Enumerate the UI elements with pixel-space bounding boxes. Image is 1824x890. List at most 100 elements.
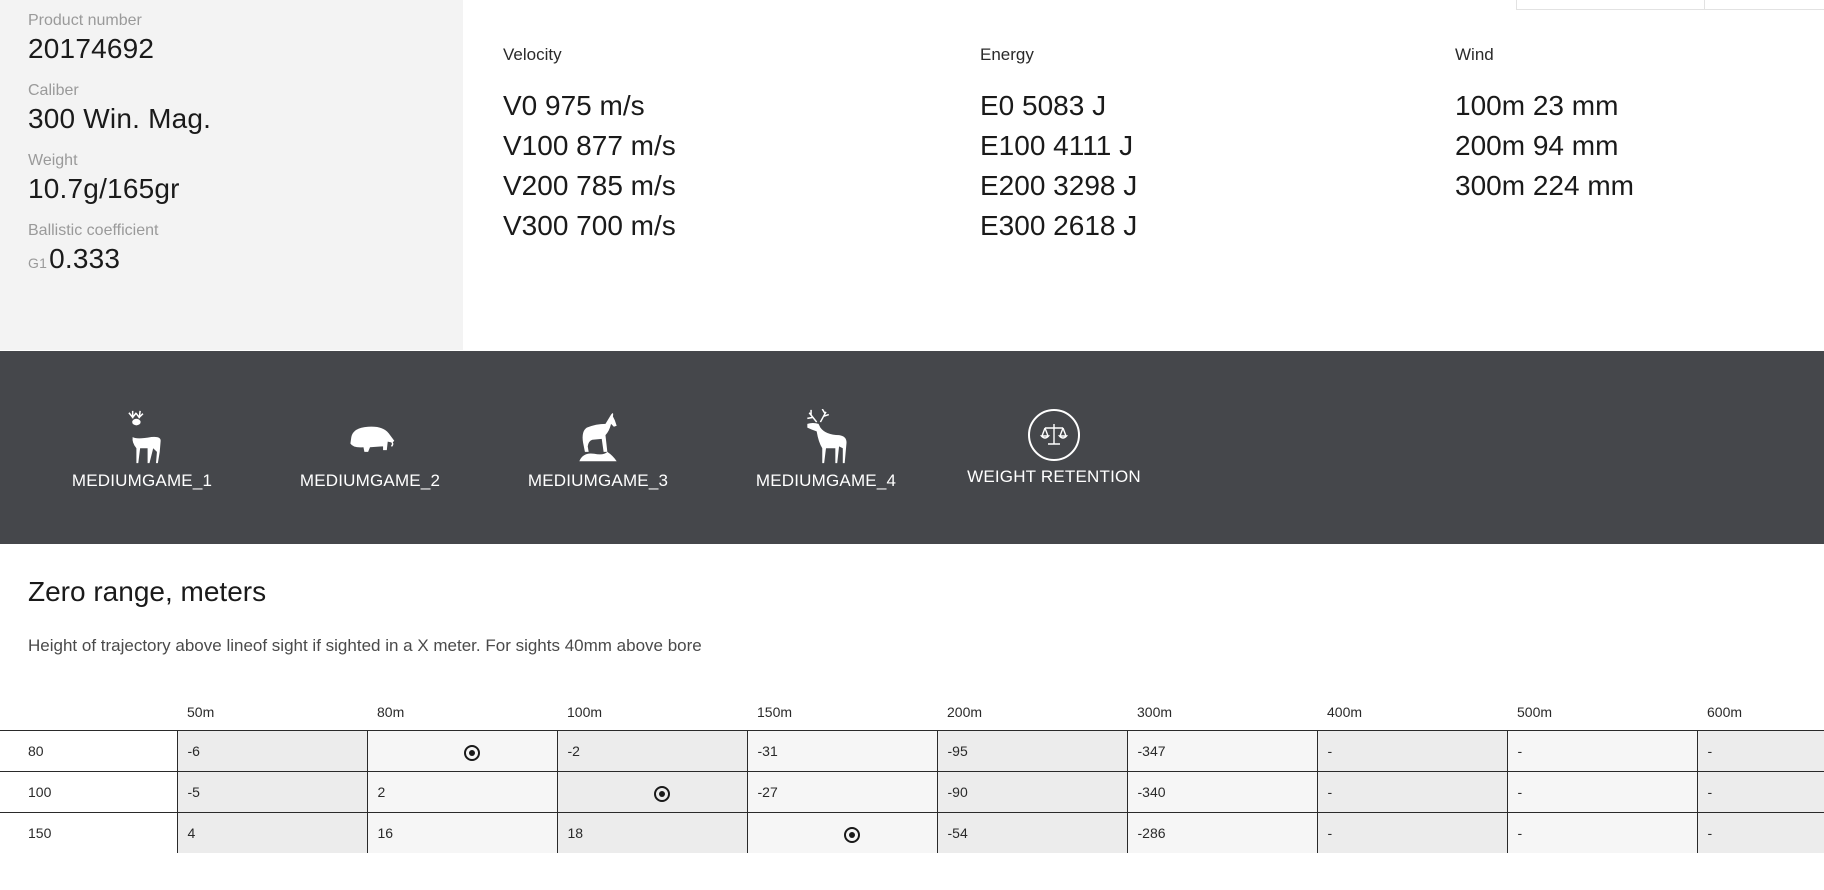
energy-title: Energy [980,45,1034,64]
table-cell: -2 [556,729,747,771]
elk-icon [807,409,847,464]
target-icon [464,744,480,761]
velocity-line: V300 700 m/s [503,210,676,241]
deer-icon [128,410,161,464]
table-cell: -90 [936,770,1127,812]
zero-range-table: 50m 80m 100m 150m 200m 300m 400m 500m 60… [0,694,1824,853]
table-header-cell: 150m [757,703,793,720]
table-header-cell: 500m [1517,703,1553,720]
table-header-cell: 50m [187,703,215,720]
table-row: 100 -5 2 -27 -90 -340 - - - [0,770,1824,812]
wind-column: Wind 100m 23 mm 200m 94 mm 300m 224 mm [1455,44,1634,206]
table-cell-zero [366,729,557,771]
wind-line: 200m 94 mm [1455,130,1619,161]
wind-title: Wind [1455,45,1494,64]
table-cell: - [1696,770,1824,812]
table-cell: 16 [366,811,557,853]
boar-icon [350,426,395,452]
spec-ballistic-coefficient: Ballistic coefficient G10.333 [28,220,463,280]
zero-range-title: Zero range, meters [28,576,267,607]
table-cell: - [1316,811,1507,853]
scale-icon [1028,409,1080,461]
spec-label: Caliber [28,82,79,99]
energy-column: Energy E0 5083 J E100 4111 J E200 3298 J… [980,44,1137,246]
table-cell: -6 [176,729,367,771]
table-cell: - [1506,729,1697,771]
product-specs-panel: Product number 20174692 Caliber 300 Win.… [0,0,463,350]
table-cell: - [1506,770,1697,812]
table-cell: - [1696,729,1824,771]
zero-range-subtitle: Height of trajectory above lineof sight … [28,636,702,655]
table-cell: - [1696,811,1824,853]
table-cell: -27 [746,770,937,812]
energy-line: E100 4111 J [980,130,1134,161]
game-item-mediumgame-2[interactable]: MEDIUMGAME_2 [280,409,460,491]
table-cell: -95 [936,729,1127,771]
table-cell: 2 [366,770,557,812]
spec-value: 20174692 [28,33,155,64]
game-type-band: MEDIUMGAME_1 MEDIUMGAME_2 MEDIUMGAME_3 M… [0,351,1824,544]
table-cell: -286 [1126,811,1317,853]
table-cell: - [1316,729,1507,771]
table-row: 150 4 16 18 -54 -286 - - - [0,811,1824,853]
game-label: WEIGHT RETENTION [967,467,1141,486]
table-cell-zero [746,811,937,853]
energy-line: E300 2618 J [980,210,1138,241]
table-header-cell: 80m [377,703,405,720]
game-item-mediumgame-3[interactable]: MEDIUMGAME_3 [508,409,688,491]
row-range: 80 [0,729,177,771]
velocity-line: V0 975 m/s [503,90,645,121]
table-header-cell: 300m [1137,703,1173,720]
game-item-mediumgame-4[interactable]: MEDIUMGAME_4 [736,409,916,491]
spec-caliber: Caliber 300 Win. Mag. [28,80,463,136]
table-cell: - [1506,811,1697,853]
velocity-column: Velocity V0 975 m/s V100 877 m/s V200 78… [503,44,676,246]
spec-product-number: Product number 20174692 [28,10,463,66]
spec-value: 10.7g/165gr [28,173,180,204]
corner-tabs [1516,0,1824,10]
game-label: MEDIUMGAME_2 [299,471,441,490]
row-range: 150 [0,811,177,853]
velocity-title: Velocity [503,45,562,64]
table-header-cell: 600m [1707,703,1743,720]
table-cell: -31 [746,729,937,771]
velocity-line: V100 877 m/s [503,130,676,161]
game-item-mediumgame-1[interactable]: MEDIUMGAME_1 [52,409,232,491]
target-icon [844,826,860,843]
energy-line: E200 3298 J [980,170,1138,201]
wind-line: 100m 23 mm [1455,90,1619,121]
bc-value: 0.333 [49,243,121,274]
game-label: MEDIUMGAME_4 [755,471,897,490]
table-cell: -347 [1126,729,1317,771]
chamois-icon [579,413,617,462]
table-header-cell: 400m [1327,703,1363,720]
game-label: MEDIUMGAME_1 [71,471,213,490]
table-cell: -54 [936,811,1127,853]
table-header-row: 50m 80m 100m 150m 200m 300m 400m 500m 60… [0,694,1824,730]
spec-weight: Weight 10.7g/165gr [28,150,463,206]
table-row: 80 -6 -2 -31 -95 -347 - - - [0,729,1824,771]
table-cell: -5 [176,770,367,812]
spec-label: Ballistic coefficient [28,222,159,239]
energy-line: E0 5083 J [980,90,1107,121]
table-cell: - [1316,770,1507,812]
table-cell: 18 [556,811,747,853]
spec-value: G10.333 [28,242,463,280]
bc-prefix: G1 [28,255,48,271]
table-cell: 4 [176,811,367,853]
target-icon [654,785,670,802]
wind-line: 300m 224 mm [1455,170,1634,201]
row-range: 100 [0,770,177,812]
table-cell: -340 [1126,770,1317,812]
table-cell-zero [556,770,747,812]
game-item-weight-retention[interactable]: WEIGHT RETENTION [964,409,1144,487]
table-header-cell: 200m [947,703,983,720]
product-overview: Product number 20174692 Caliber 300 Win.… [0,0,1824,350]
spec-value: 300 Win. Mag. [28,103,212,134]
game-label: MEDIUMGAME_3 [527,471,669,490]
table-header-cell: 100m [567,703,603,720]
spec-label: Weight [28,152,78,169]
table-header-cell [0,694,177,730]
spec-label: Product number [28,12,142,29]
velocity-line: V200 785 m/s [503,170,676,201]
